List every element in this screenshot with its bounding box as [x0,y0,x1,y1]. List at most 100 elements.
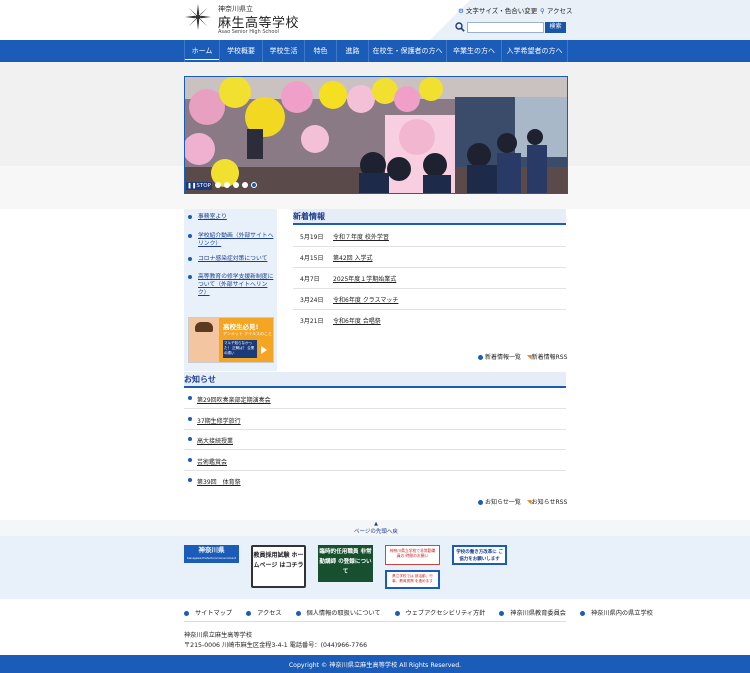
bullet-icon [188,257,192,261]
news-list-label: 新着情報一覧 [485,354,522,361]
news-title-link[interactable]: 令和6年度 クラスマッチ [333,295,398,304]
banner-subtitle: アンメット フイルスのこと [223,331,272,336]
slider-dot-3[interactable] [233,182,239,188]
arrow-circle-icon [579,610,585,616]
fontsize-color-label: 文字サイズ・色合い変更 [465,7,538,15]
pause-icon: ❚❚ [187,183,197,189]
footer-link-label: 個人情報の取扱いについて [306,610,381,617]
news-row: 4月15日 第42回 入学式 [293,246,566,268]
bullet-icon [188,437,192,441]
news-heading: 新着情報 [293,212,325,221]
kanagawa-sub-label: Kanagawa Prefectural Government [187,556,236,560]
banner-recruit[interactable]: 神奈川県立学校で非常勤職員の 時間のお願い [385,545,440,565]
slider-dot-1[interactable] [215,182,221,188]
footer-link-sitemap[interactable]: サイトマップ [184,610,238,617]
search-button[interactable]: 検索 [545,22,566,33]
fontsize-color-link[interactable]: ⚙ 文字サイズ・色合い変更 [458,5,537,15]
news-date: 4月15日 [300,255,324,262]
notice-title-link[interactable]: 37期生修学旅行 [197,416,241,425]
footer-school-name: 神奈川県立麻生高等学校 [184,632,253,639]
sidebar-link-video[interactable]: 学校紹介動画（外部サイトへリンク） [198,232,276,248]
banner-work-reform[interactable]: 学校の働き方改革に ご協力をお願いします [452,545,507,565]
banner-body: マルチ知らなかった！ 正解は？ 企業の誘い [223,340,257,358]
banner-hair [195,322,213,332]
arrow-circle-icon [184,610,189,616]
notice-row: 高大接続授業 [184,429,566,450]
news-title-link[interactable]: 令和７年度 校外学習 [333,232,389,241]
notice-title-link[interactable]: 芸術鑑賞会 [197,457,227,466]
footer-link-label: ウェブアクセシビリティ方針 [405,610,486,617]
news-title-link[interactable]: 令和6年度 合唱祭 [333,316,381,325]
arrow-circle-icon [499,610,505,616]
notice-row: 芸術鑑賞会 [184,450,566,471]
banner-teacher-exam[interactable]: 教員採用試験 ホームページ はコチラ [251,545,306,588]
search-icon [455,22,465,32]
arrow-circle-icon [394,610,400,616]
notice-rss-label: お知らせRSS [531,499,568,506]
nav-features[interactable]: 特色 [304,40,336,62]
banner-club-support[interactable]: 県立学校では 部活動、行事、教育振興 を進めます [385,570,440,589]
sidebar-banner-unmet[interactable]: 高校生必見! アンメット フイルスのこと マルチ知らなかった！ 正解は？ 企業の… [188,317,274,363]
nav-graduates[interactable]: 卒業生の方へ [446,40,501,62]
news-row: 3月24日 令和6年度 クラスマッチ [293,288,566,310]
school-name-en: Asao Senior High School [218,29,279,35]
slider-dot-4[interactable] [242,182,248,188]
news-row: 4月7日 2025年度１学期始業式 [293,267,566,289]
notice-heading-bar [184,372,566,388]
access-label: アクセス [546,7,573,15]
slider-stop-button[interactable]: ❚❚STOP [186,182,212,190]
school-emblem-icon [185,4,211,30]
nav-career[interactable]: 進路 [336,40,368,62]
sidebar-link-office[interactable]: 事務室より [198,213,276,221]
slider-dot-2[interactable] [224,182,230,188]
notice-rss-link[interactable]: ◥お知らせRSS [527,497,567,506]
notice-list-label: お知らせ一覧 [485,499,521,506]
footer-link-accessibility[interactable]: ウェブアクセシビリティ方針 [394,610,492,617]
copyright-text: Copyright © 神奈川県立麻生高等学校 All Rights Reser… [288,662,462,669]
notice-heading: お知らせ [184,375,216,384]
footer-link-privacy[interactable]: 個人情報の取扱いについて [295,610,387,617]
sidebar-link-covid[interactable]: コロナ感染症対策について [198,255,276,263]
news-date: 4月7日 [300,276,320,283]
kanagawa-label: 神奈川県 [198,546,225,554]
footer-divider [184,621,566,622]
news-list-link[interactable]: 新着情報一覧 [478,352,521,361]
arrow-circle-icon [295,610,301,616]
bullet-icon [188,215,192,219]
notice-list-link[interactable]: お知らせ一覧 [478,497,521,506]
arrow-circle-icon [478,500,483,505]
nav-school-life[interactable]: 学校生活 [262,40,304,62]
news-rss-link[interactable]: ◥新着情報RSS [527,352,567,361]
map-pin-icon: ⚲ [540,7,545,15]
nav-home[interactable]: ホーム [184,40,219,62]
footer-link-access[interactable]: アクセス [246,610,287,617]
notice-row: 第39回 体育祭 [184,470,566,490]
news-heading-bar [293,209,566,225]
banner-kanagawa[interactable]: 神奈川県 Kanagawa Prefectural Government [184,545,239,563]
footer-link-label: 神奈川県教育委員会 [510,610,566,617]
nav-applicants[interactable]: 入学希望者の方へ [501,40,568,62]
news-title-link[interactable]: 第42回 入学式 [333,253,373,262]
nav-school-overview[interactable]: 学校概要 [219,40,262,62]
notice-row: 37期生修学旅行 [184,409,566,430]
slider-stop-label: STOP [196,183,211,189]
play-icon [261,346,267,354]
search-input[interactable] [467,22,544,33]
bullet-icon [188,234,192,238]
banner-temp-staff[interactable]: 臨時的任用職員 非常勤講師 の登録について [318,545,373,582]
footer-link-board[interactable]: 神奈川県教育委員会 [499,610,572,617]
hero-slider-image [184,76,568,194]
access-link[interactable]: ⚲ アクセス [540,5,573,15]
news-rss-label: 新着情報RSS [531,354,568,361]
nav-students-parents[interactable]: 在校生・保護者の方へ [368,40,446,62]
news-row: 5月19日 令和７年度 校外学習 [293,225,566,247]
settings-icon: ⚙ [458,7,464,15]
notice-title-link[interactable]: 高大接続授業 [197,436,233,445]
notice-title-link[interactable]: 第29回吹奏楽部定期演奏会 [197,395,271,404]
footer-link-schools[interactable]: 神奈川県内の県立学校 [579,610,659,617]
sidebar-link-scholarship[interactable]: 高等教育の修学支援新制度について（外部サイトへリンク） [198,273,276,297]
slider-dot-5-active[interactable] [251,182,257,188]
news-title-link[interactable]: 2025年度１学期始業式 [333,274,396,283]
notice-title-link[interactable]: 第39回 体育祭 [197,477,241,486]
bullet-icon [188,275,192,279]
